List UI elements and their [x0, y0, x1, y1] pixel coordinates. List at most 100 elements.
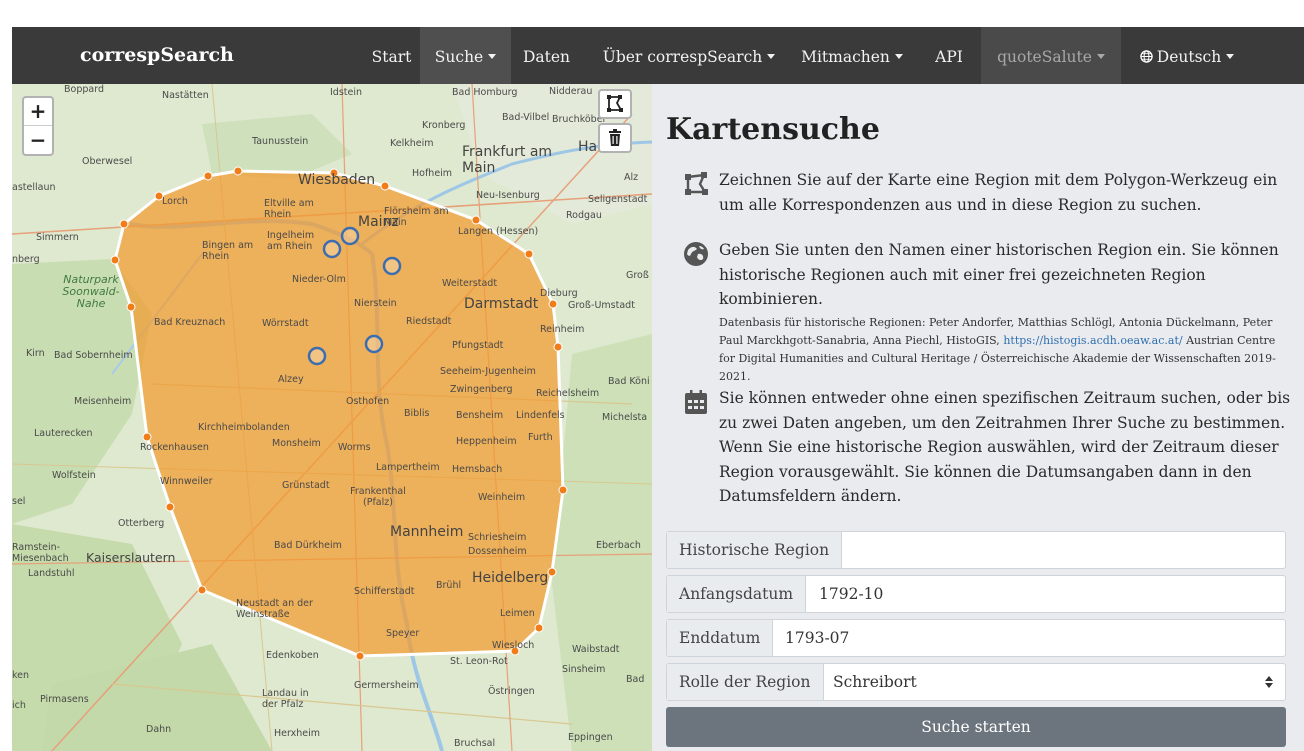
map-label: Seeheim-Jugenheim — [440, 366, 536, 377]
map-label: ken — [12, 670, 30, 681]
map-label: Osthofen — [346, 396, 390, 407]
map-label: Kaiserslautern — [86, 550, 176, 565]
map-label: Kronberg — [422, 120, 466, 131]
zoom-in-button[interactable]: + — [24, 98, 52, 126]
map-label: astellaun — [12, 182, 56, 193]
map-label: Landstuhl — [28, 568, 75, 579]
map-label: Monsheim — [272, 438, 321, 449]
start-date-field[interactable]: Anfangsdatum 1792-10 — [666, 575, 1286, 613]
map-label: Ramstein-Miesenbach — [12, 542, 69, 564]
map-label: Bingen am Rhein — [202, 240, 254, 262]
map-label: Biblis — [404, 408, 430, 419]
map-label: Wiesbaden — [298, 172, 376, 188]
brand-logo[interactable]: correspSearch — [80, 27, 234, 84]
info-historic-region: Geben Sie unten den Namen einer historis… — [682, 238, 1294, 383]
map-label: Worms — [338, 442, 371, 453]
trash-icon — [609, 129, 621, 146]
map-label: Neustadt an der Weinstraße — [236, 598, 313, 620]
map-label: Michelsta — [602, 412, 648, 423]
map-label: Simmern — [36, 232, 79, 243]
historic-region-field[interactable]: Historische Region — [666, 531, 1286, 569]
nav-user-menu[interactable]: quoteSalute — [981, 27, 1121, 84]
map-label: Landau in der Pfalz — [262, 688, 309, 710]
map-label: Eltville am Rhein — [264, 198, 314, 220]
end-date-field[interactable]: Enddatum 1793-07 — [666, 619, 1286, 657]
map-label: Langen (Hessen) — [458, 226, 539, 237]
nav-mitmachen-label: Mitmachen — [801, 48, 890, 66]
zoom-out-button[interactable]: − — [24, 127, 52, 155]
data-source-note: Datenbasis für historische Regionen: Pet… — [719, 314, 1294, 386]
nav-ueber[interactable]: Über correspSearch — [600, 27, 778, 84]
map-label: Sinsheim — [562, 664, 606, 675]
end-date-label: Enddatum — [667, 620, 774, 656]
map-label: Lampertheim — [376, 462, 440, 473]
map-label: St. Leon-Rot — [450, 656, 508, 667]
map-label: Germersheim — [354, 680, 419, 691]
map-label: Winnweiler — [160, 476, 213, 487]
delete-layers-button[interactable] — [598, 123, 632, 153]
end-date-input[interactable]: 1793-07 — [785, 620, 849, 656]
nav-ueber-label: Über correspSearch — [602, 48, 763, 66]
nav-mitmachen[interactable]: Mitmachen — [794, 27, 910, 84]
map-label: Lindenfels — [516, 410, 565, 421]
map-label: Wiesloch — [492, 640, 535, 651]
map-label: Dahn — [146, 724, 172, 735]
nav-api[interactable]: API — [926, 27, 972, 84]
nav-daten[interactable]: Daten — [513, 27, 580, 84]
start-date-input[interactable]: 1792-10 — [819, 576, 883, 612]
search-panel: Kartensuche Zeichnen Sie auf der Karte e… — [652, 84, 1304, 751]
map-label: Riedstadt — [406, 316, 452, 327]
map-label: Hofheim — [412, 168, 453, 179]
map-label: Mannheim — [390, 524, 464, 540]
map-label: Flörsheim am Main — [384, 206, 449, 228]
map-label: Alz — [624, 172, 639, 183]
map-label: Bad Kreuznach — [154, 317, 226, 328]
map-label: Wolfstein — [52, 470, 96, 481]
map-label: Nierstein — [354, 298, 397, 309]
region-role-value[interactable]: Schreibort — [833, 664, 917, 700]
map-label: Heppenheim — [456, 436, 517, 447]
map-label: Groß-Umstadt — [568, 300, 635, 311]
globe-icon — [1140, 50, 1153, 63]
map-label: Speyer — [386, 628, 420, 639]
map-label: Bad — [626, 674, 645, 685]
map-label: Taunusstein — [252, 136, 309, 147]
nav-suche[interactable]: Suche — [420, 27, 511, 84]
nav-suche-label: Suche — [434, 48, 484, 66]
map-label: Frankfurt am Main — [462, 144, 553, 176]
map[interactable]: Boppard Nastätten Idstein Bad Homburg Ni… — [12, 84, 652, 751]
map-label: Weinheim — [478, 492, 526, 503]
page-title: Kartensuche — [666, 112, 880, 147]
map-label: Kirn — [26, 348, 45, 359]
map-label: Bad Sobernheim — [54, 350, 133, 361]
start-search-button[interactable]: Suche starten — [666, 707, 1286, 747]
chevron-down-icon — [894, 54, 903, 59]
map-label: Wörrstadt — [262, 318, 309, 329]
map-label: Brühl — [436, 580, 462, 591]
draw-polygon-icon — [685, 172, 708, 195]
map-label: Bad Köni — [608, 376, 650, 387]
calendar-icon — [685, 390, 707, 414]
nav-start[interactable]: Start — [365, 27, 418, 84]
map-label: ich — [12, 700, 26, 711]
map-label: Weiterstadt — [442, 278, 498, 289]
map-label: Meisenheim — [74, 396, 132, 407]
info-polygon-text: Zeichnen Sie auf der Karte eine Region m… — [719, 171, 1278, 214]
historic-region-label: Historische Region — [667, 532, 843, 568]
histogis-link[interactable]: https://histogis.acdh.oeaw.ac.at/ — [1003, 334, 1182, 347]
map-label: Grünstadt — [282, 480, 330, 491]
map-label: Frankenthal (Pfalz) — [350, 486, 406, 508]
map-label: Alzey — [278, 374, 304, 385]
map-label: Furth — [528, 432, 553, 443]
chevron-down-icon — [1096, 54, 1105, 59]
draw-polygon-button[interactable] — [598, 89, 632, 119]
region-role-select[interactable]: Rolle der Region Schreibort — [666, 663, 1286, 701]
chevron-down-icon — [488, 54, 497, 59]
chevron-down-icon — [767, 54, 776, 59]
map-label: Nieder-Olm — [292, 274, 346, 285]
map-label: Östringen — [488, 686, 535, 697]
nav-language[interactable]: Deutsch — [1122, 27, 1252, 84]
map-label: sel — [12, 496, 26, 507]
info-historic-region-text: Geben Sie unten den Namen einer historis… — [719, 241, 1279, 308]
map-label: Reinheim — [540, 324, 585, 335]
